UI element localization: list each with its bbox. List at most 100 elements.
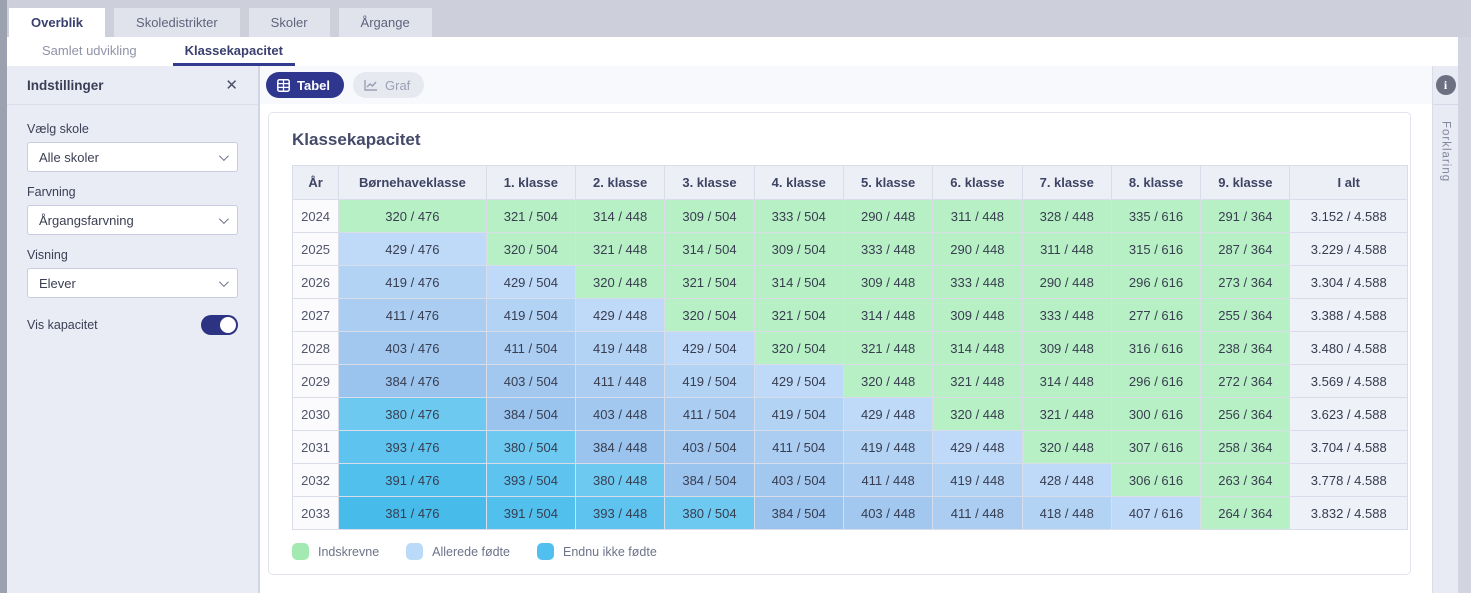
table-row: 2025429 / 476320 / 504321 / 448314 / 504… bbox=[293, 233, 1408, 266]
column-header: 7. klasse bbox=[1022, 166, 1111, 200]
total-cell: 3.304 / 4.588 bbox=[1290, 266, 1408, 299]
graph-view-button[interactable]: Graf bbox=[353, 72, 424, 98]
capacity-cell: 407 / 616 bbox=[1111, 497, 1200, 530]
year-cell: 2031 bbox=[293, 431, 339, 464]
capacity-cell: 320 / 504 bbox=[754, 332, 843, 365]
coloring-select[interactable]: Årgangsfarvning bbox=[27, 205, 238, 235]
year-cell: 2025 bbox=[293, 233, 339, 266]
column-header: 1. klasse bbox=[486, 166, 575, 200]
capacity-table: ÅrBørnehaveklasse1. klasse2. klasse3. kl… bbox=[292, 165, 1408, 530]
year-cell: 2027 bbox=[293, 299, 339, 332]
tab-aargange[interactable]: Årgange bbox=[339, 8, 432, 37]
capacity-cell: 403 / 448 bbox=[575, 398, 664, 431]
capacity-cell: 321 / 504 bbox=[486, 200, 575, 233]
panel-title: Klassekapacitet bbox=[292, 130, 1387, 150]
total-cell: 3.388 / 4.588 bbox=[1290, 299, 1408, 332]
tab-skoledistrikter[interactable]: Skoledistrikter bbox=[114, 8, 240, 37]
capacity-cell: 419 / 448 bbox=[933, 464, 1022, 497]
year-cell: 2033 bbox=[293, 497, 339, 530]
legend-swatch-icon bbox=[537, 543, 554, 560]
capacity-cell: 380 / 504 bbox=[665, 497, 754, 530]
total-cell: 3.623 / 4.588 bbox=[1290, 398, 1408, 431]
capacity-cell: 411 / 504 bbox=[486, 332, 575, 365]
capacity-cell: 321 / 504 bbox=[754, 299, 843, 332]
column-header: 9. klasse bbox=[1201, 166, 1290, 200]
school-select[interactable]: Alle skoler bbox=[27, 142, 238, 172]
capacity-cell: 411 / 504 bbox=[754, 431, 843, 464]
capacity-cell: 321 / 448 bbox=[575, 233, 664, 266]
capacity-cell: 403 / 504 bbox=[754, 464, 843, 497]
total-cell: 3.569 / 4.588 bbox=[1290, 365, 1408, 398]
table-row: 2027411 / 476419 / 504429 / 448320 / 504… bbox=[293, 299, 1408, 332]
column-header: 5. klasse bbox=[843, 166, 932, 200]
info-icon[interactable]: i bbox=[1436, 75, 1456, 95]
settings-sidebar: Indstillinger ✕ Vælg skole Alle skoler F… bbox=[7, 66, 259, 593]
explanation-tab[interactable]: Forklaring bbox=[1433, 104, 1458, 182]
capacity-cell: 384 / 504 bbox=[665, 464, 754, 497]
legend-item: Indskrevne bbox=[292, 543, 379, 560]
capacity-cell: 429 / 448 bbox=[933, 431, 1022, 464]
capacity-cell: 238 / 364 bbox=[1201, 332, 1290, 365]
capacity-cell: 411 / 448 bbox=[843, 464, 932, 497]
column-header: Børnehaveklasse bbox=[339, 166, 487, 200]
capacity-cell: 429 / 448 bbox=[575, 299, 664, 332]
capacity-cell: 320 / 448 bbox=[575, 266, 664, 299]
capacity-cell: 333 / 448 bbox=[1022, 299, 1111, 332]
capacity-cell: 311 / 448 bbox=[1022, 233, 1111, 266]
capacity-cell: 384 / 448 bbox=[575, 431, 664, 464]
capacity-cell: 290 / 448 bbox=[843, 200, 932, 233]
capacity-cell: 333 / 504 bbox=[754, 200, 843, 233]
legend-label: Allerede fødte bbox=[432, 545, 510, 559]
table-row: 2031393 / 476380 / 504384 / 448403 / 504… bbox=[293, 431, 1408, 464]
capacity-cell: 320 / 448 bbox=[843, 365, 932, 398]
capacity-cell: 264 / 364 bbox=[1201, 497, 1290, 530]
capacity-cell: 255 / 364 bbox=[1201, 299, 1290, 332]
capacity-cell: 307 / 616 bbox=[1111, 431, 1200, 464]
view-select[interactable]: Elever bbox=[27, 268, 238, 298]
column-header: 8. klasse bbox=[1111, 166, 1200, 200]
tab-overblik[interactable]: Overblik bbox=[9, 8, 105, 37]
capacity-cell: 309 / 504 bbox=[665, 200, 754, 233]
coloring-select-label: Farvning bbox=[27, 185, 238, 199]
capacity-cell: 314 / 504 bbox=[665, 233, 754, 266]
subtab-klassekapacitet[interactable]: Klassekapacitet bbox=[173, 37, 295, 66]
legend: Indskrevne Allerede fødte Endnu ikke fødte bbox=[292, 543, 1387, 560]
capacity-toggle[interactable] bbox=[201, 315, 238, 335]
capacity-cell: 291 / 364 bbox=[1201, 200, 1290, 233]
klassekapacitet-panel: Klassekapacitet ÅrBørnehaveklasse1. klas… bbox=[268, 112, 1411, 575]
school-select-label: Vælg skole bbox=[27, 122, 238, 136]
tab-skoler[interactable]: Skoler bbox=[249, 8, 330, 37]
table-row: 2030380 / 476384 / 504403 / 448411 / 504… bbox=[293, 398, 1408, 431]
total-cell: 3.152 / 4.588 bbox=[1290, 200, 1408, 233]
close-icon[interactable]: ✕ bbox=[225, 78, 238, 93]
year-cell: 2030 bbox=[293, 398, 339, 431]
capacity-cell: 290 / 448 bbox=[933, 233, 1022, 266]
capacity-cell: 381 / 476 bbox=[339, 497, 487, 530]
capacity-cell: 384 / 476 bbox=[339, 365, 487, 398]
chevron-down-icon bbox=[219, 277, 229, 287]
column-header: År bbox=[293, 166, 339, 200]
capacity-cell: 309 / 448 bbox=[1022, 332, 1111, 365]
capacity-cell: 277 / 616 bbox=[1111, 299, 1200, 332]
capacity-cell: 418 / 448 bbox=[1022, 497, 1111, 530]
legend-label: Endnu ikke fødte bbox=[563, 545, 657, 559]
capacity-cell: 321 / 504 bbox=[665, 266, 754, 299]
year-cell: 2028 bbox=[293, 332, 339, 365]
subtab-samlet-udvikling[interactable]: Samlet udvikling bbox=[30, 37, 149, 66]
capacity-cell: 296 / 616 bbox=[1111, 266, 1200, 299]
capacity-cell: 314 / 504 bbox=[754, 266, 843, 299]
capacity-cell: 411 / 504 bbox=[665, 398, 754, 431]
capacity-cell: 316 / 616 bbox=[1111, 332, 1200, 365]
capacity-cell: 403 / 476 bbox=[339, 332, 487, 365]
capacity-cell: 393 / 448 bbox=[575, 497, 664, 530]
view-select-label: Visning bbox=[27, 248, 238, 262]
total-cell: 3.704 / 4.588 bbox=[1290, 431, 1408, 464]
capacity-cell: 320 / 448 bbox=[1022, 431, 1111, 464]
legend-swatch-icon bbox=[406, 543, 423, 560]
capacity-cell: 384 / 504 bbox=[486, 398, 575, 431]
total-cell: 3.832 / 4.588 bbox=[1290, 497, 1408, 530]
year-cell: 2026 bbox=[293, 266, 339, 299]
capacity-cell: 314 / 448 bbox=[1022, 365, 1111, 398]
table-view-button[interactable]: Tabel bbox=[266, 72, 344, 98]
right-rail: i Forklaring bbox=[1432, 66, 1458, 593]
